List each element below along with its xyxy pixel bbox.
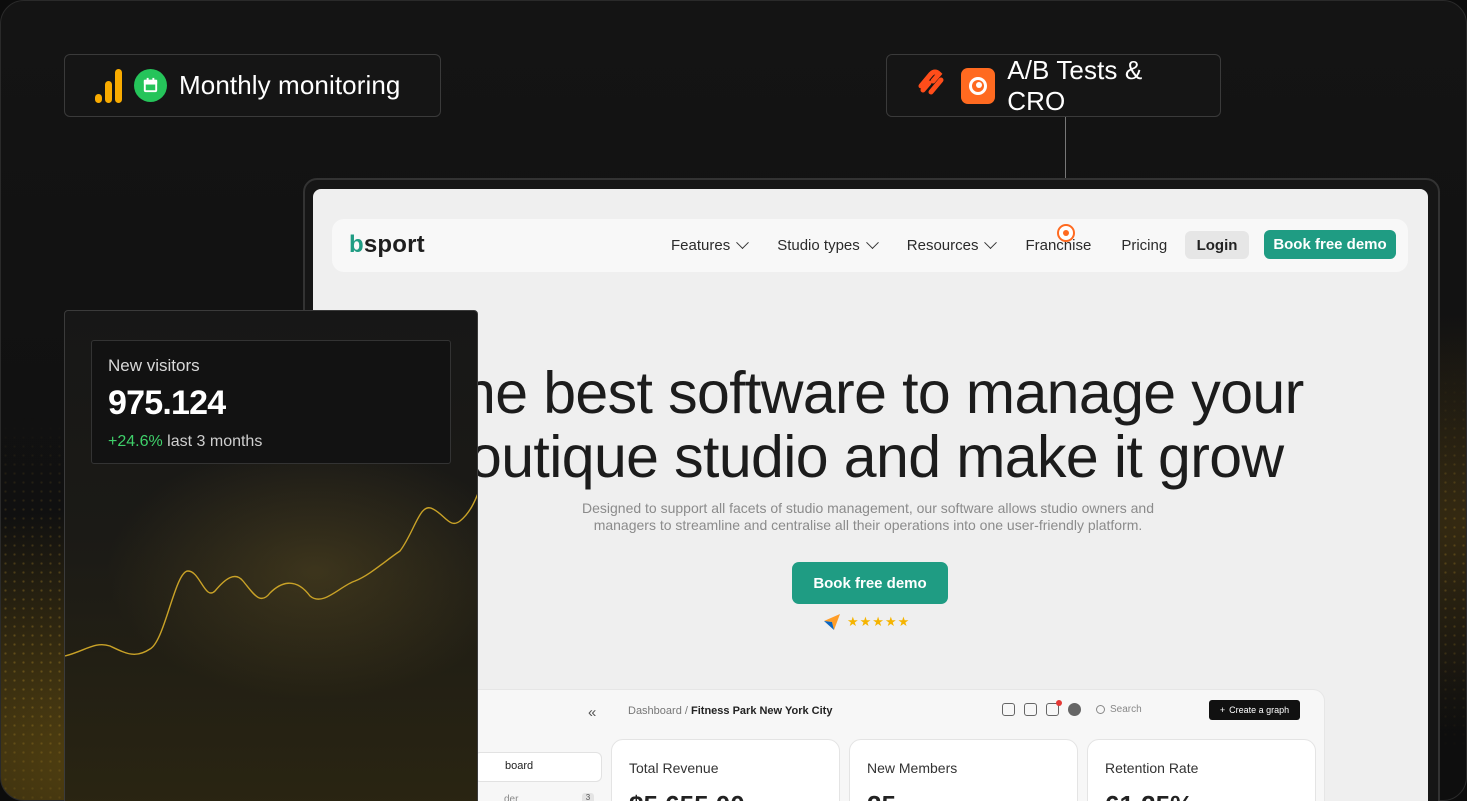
pill-label: A/B Tests & CRO (1007, 54, 1143, 116)
hero-subtitle: Designed to support all facets of studio… (582, 500, 1154, 533)
visitors-label: New visitors (108, 356, 200, 375)
visitors-panel: New visitors 975.124 +24.6% last 3 month… (64, 310, 478, 801)
ab-test-target-marker (1057, 224, 1075, 242)
sidebar-count-badge: 3 (582, 793, 594, 801)
book-demo-hero-button[interactable]: Book free demo (792, 562, 948, 604)
nav-item-franchise[interactable]: Franchise (1025, 237, 1091, 254)
dashboard-preview: « Dashboard / Fitness Park New York City… (443, 689, 1325, 801)
hotjar-icon (961, 67, 996, 104)
notification-icon[interactable] (1046, 700, 1062, 716)
sidebar-item-orders[interactable]: der 3 (474, 793, 602, 801)
new-members-card: New Members25 (849, 739, 1078, 801)
create-graph-button[interactable]: + Create a graph (1209, 700, 1300, 720)
chevron-down-icon (984, 236, 998, 250)
dashboard-search[interactable]: Search (1096, 704, 1142, 715)
nav-links: Features Studio types Resources Franchis… (671, 219, 1197, 272)
pill-label: Monthly monitoring (179, 70, 401, 100)
nav-item-features[interactable]: Features (671, 236, 750, 254)
nav-item-pricing[interactable]: Pricing (1121, 237, 1167, 254)
nav-item-resources[interactable]: Resources (907, 236, 998, 254)
site-navbar: bsport Features Studio types Resources F… (332, 219, 1408, 272)
star-rating: ★★★★★ (847, 614, 911, 629)
visitors-delta: +24.6% last 3 months (108, 433, 263, 450)
rating-badge: ★★★★★ (823, 613, 910, 631)
website-preview: bsport Features Studio types Resources F… (313, 189, 1428, 801)
visitors-trend-line (65, 494, 477, 657)
add-user-icon[interactable] (1024, 703, 1037, 716)
inbox-icon[interactable] (1002, 703, 1015, 716)
book-demo-nav-button[interactable]: Book free demo (1264, 230, 1396, 259)
breadcrumb: Dashboard / Fitness Park New York City (628, 705, 833, 717)
search-icon (1096, 705, 1105, 714)
nav-item-studio-types[interactable]: Studio types (777, 236, 879, 254)
collapse-sidebar-icon[interactable]: « (588, 704, 597, 721)
hero-title: he best software to manage your outique … (463, 360, 1304, 490)
new-visitors-card: New visitors 975.124 +24.6% last 3 month… (91, 340, 451, 464)
calendar-icon (134, 69, 167, 102)
login-button[interactable]: Login (1185, 231, 1249, 259)
ab-tests-pill: A/B Tests & CRO (886, 54, 1221, 117)
google-analytics-icon (95, 68, 122, 103)
dashboard-toolbar-icons (1002, 700, 1081, 716)
capterra-icon (824, 614, 840, 630)
retention-rate-card: Retention Rate61.25% (1087, 739, 1316, 801)
chevron-down-icon (865, 236, 879, 250)
visitors-value: 975.124 (108, 384, 226, 422)
chevron-down-icon (736, 236, 750, 250)
sidebar-item-dashboard[interactable]: board (474, 752, 602, 782)
total-revenue-card: Total Revenue$5,655.00 (611, 739, 840, 801)
monthly-monitoring-pill: Monthly monitoring (64, 54, 441, 117)
bsport-logo[interactable]: bsport (349, 231, 425, 259)
ab-tasty-icon (913, 64, 949, 107)
help-icon[interactable] (1068, 703, 1081, 716)
